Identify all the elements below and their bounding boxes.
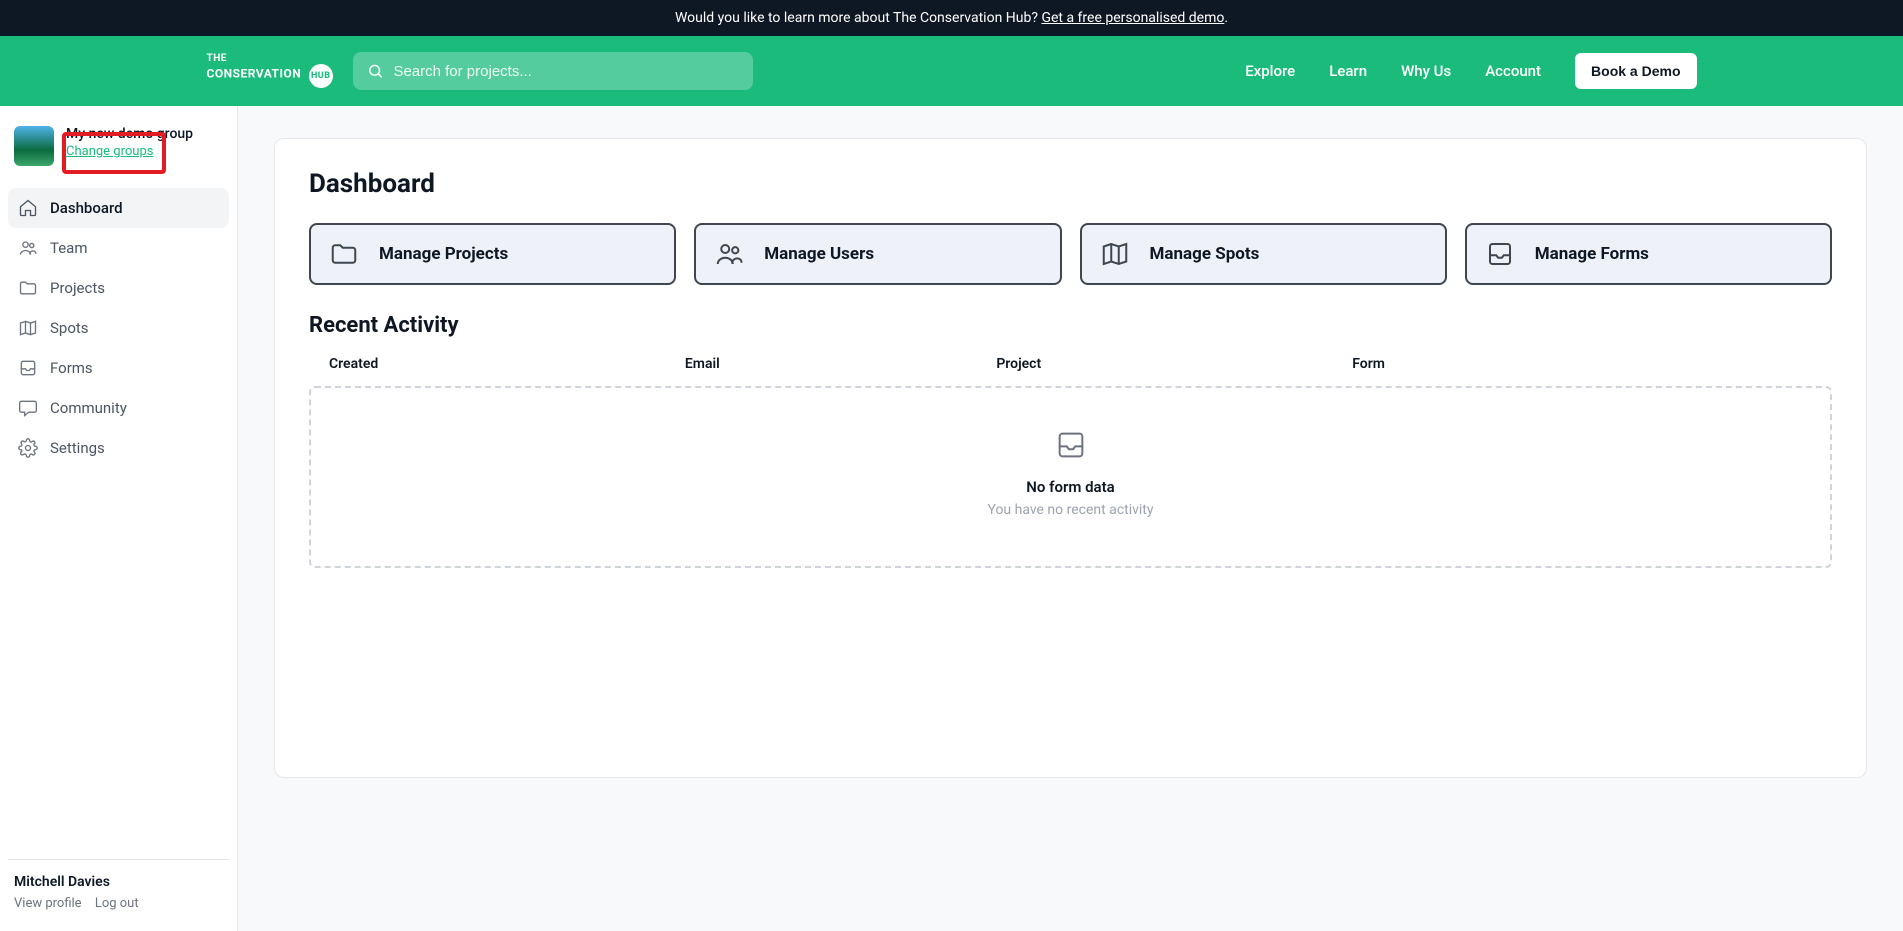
sidebar-item-spots[interactable]: Spots [8,308,229,348]
search-box[interactable] [353,52,753,90]
sidebar-item-settings[interactable]: Settings [8,428,229,468]
group-block: My new demo group Change groups [8,120,229,180]
sidebar-item-label: Team [50,239,88,257]
tile-row: Manage Projects Manage Users Manage Spot… [309,223,1832,285]
sidebar-item-label: Community [50,399,127,417]
sidebar-item-label: Forms [50,359,93,377]
users-icon [18,238,38,258]
tile-label: Manage Forms [1535,244,1649,264]
tile-manage-users[interactable]: Manage Users [694,223,1061,285]
nav-learn[interactable]: Learn [1329,62,1367,80]
empty-title: No form data [311,478,1830,496]
col-project: Project [996,356,1352,372]
map-icon [18,318,38,338]
chat-icon [18,398,38,418]
activity-table-header: Created Email Project Form [309,356,1832,386]
change-groups-link[interactable]: Change groups [66,144,193,159]
nav-account[interactable]: Account [1485,62,1541,80]
empty-state: No form data You have no recent activity [309,386,1832,568]
logo[interactable]: THE CONSERVATION HUB [207,54,333,88]
tile-manage-forms[interactable]: Manage Forms [1465,223,1832,285]
sidebar-footer: Mitchell Davies View profile Log out [8,859,229,917]
inbox-icon [18,358,38,378]
banner-text: Would you like to learn more about The C… [675,10,1042,26]
main: Dashboard Manage Projects Manage Users M… [238,106,1903,931]
sidebar-item-label: Projects [50,279,105,297]
banner-demo-link[interactable]: Get a free personalised demo [1041,10,1224,26]
map-icon [1100,239,1130,269]
gear-icon [18,438,38,458]
recent-activity-title: Recent Activity [309,313,1832,338]
sidebar-item-label: Settings [50,439,105,457]
home-icon [18,198,38,218]
group-thumbnail [14,126,54,166]
col-form: Form [1352,356,1678,372]
banner-suffix: . [1224,10,1228,26]
header: THE CONSERVATION HUB Explore Learn Why U… [0,36,1903,106]
search-icon [367,62,384,80]
col-email: Email [685,356,996,372]
inbox-icon [1485,239,1515,269]
logo-hub-badge: HUB [309,64,333,88]
logout-link[interactable]: Log out [95,896,139,911]
user-name: Mitchell Davies [14,874,223,890]
sidebar-item-forms[interactable]: Forms [8,348,229,388]
sidebar-item-projects[interactable]: Projects [8,268,229,308]
folder-icon [329,239,359,269]
group-name: My new demo group [66,126,193,142]
sidebar-item-dashboard[interactable]: Dashboard [8,188,229,228]
tile-manage-projects[interactable]: Manage Projects [309,223,676,285]
search-input[interactable] [393,63,738,80]
tile-label: Manage Spots [1150,244,1260,264]
logo-line1: THE [207,54,333,64]
book-demo-button[interactable]: Book a Demo [1575,53,1696,89]
folder-icon [18,278,38,298]
tile-manage-spots[interactable]: Manage Spots [1080,223,1447,285]
nav-links: Explore Learn Why Us Account Book a Demo [1245,53,1696,89]
sidebar-item-label: Dashboard [50,199,123,217]
nav-why-us[interactable]: Why Us [1401,62,1451,80]
col-created: Created [329,356,685,372]
tile-label: Manage Projects [379,244,508,264]
users-icon [714,239,744,269]
sidebar-item-label: Spots [50,319,89,337]
view-profile-link[interactable]: View profile [14,896,82,911]
inbox-icon [1051,428,1091,462]
empty-subtitle: You have no recent activity [311,502,1830,518]
page-title: Dashboard [309,169,1832,199]
content-card: Dashboard Manage Projects Manage Users M… [274,138,1867,778]
sidebar-item-community[interactable]: Community [8,388,229,428]
side-nav: Dashboard Team Projects Spots Forms Comm… [8,188,229,468]
sidebar: My new demo group Change groups Dashboar… [0,106,238,931]
nav-explore[interactable]: Explore [1245,62,1295,80]
logo-line2: CONSERVATION [207,67,302,81]
sidebar-item-team[interactable]: Team [8,228,229,268]
tile-label: Manage Users [764,244,874,264]
promo-banner: Would you like to learn more about The C… [0,0,1903,36]
